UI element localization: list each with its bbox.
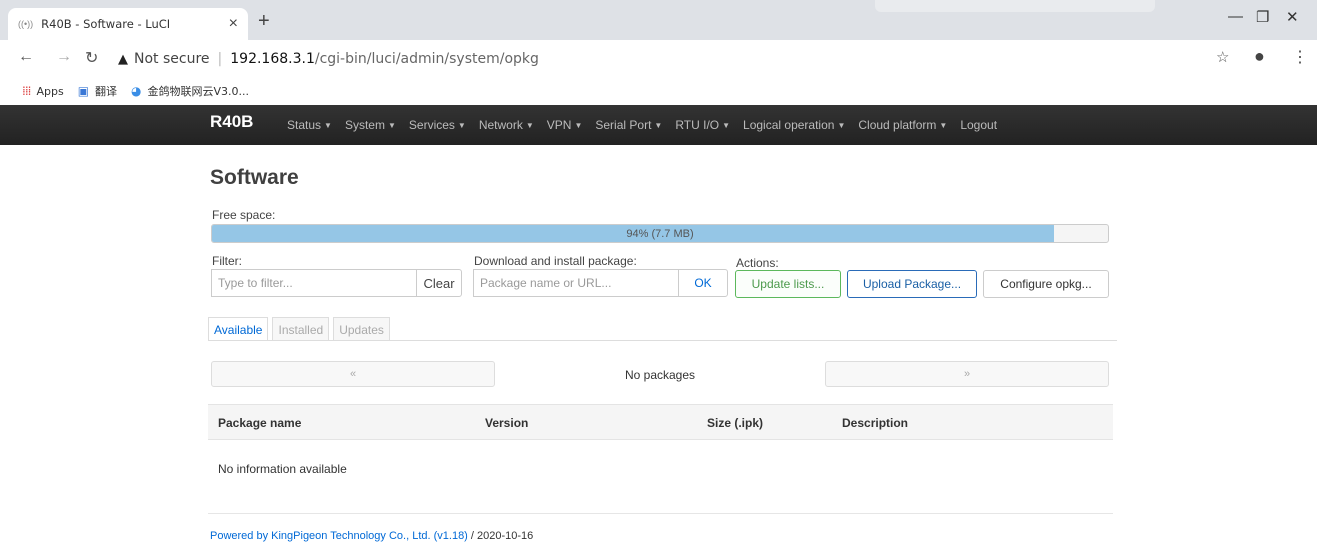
menu-vpn[interactable]: VPN ▼ [547, 118, 583, 132]
warning-icon: ▲ [118, 51, 128, 67]
window-close-icon[interactable]: ✕ [1286, 8, 1299, 26]
package-tabs: Available Installed Updates [208, 317, 394, 341]
actions-label: Actions: [736, 256, 779, 270]
minimize-icon[interactable]: — [1228, 8, 1243, 25]
bookmark-translate[interactable]: ▣ 翻译 [78, 83, 117, 99]
footer: Powered by KingPigeon Technology Co., Lt… [210, 530, 533, 542]
chevron-down-icon: ▼ [324, 121, 332, 130]
main-menu: Status ▼ System ▼ Services ▼ Network ▼ VPN ▼ … [287, 105, 1010, 145]
security-label: Not secure [134, 51, 210, 67]
menu-cloud-platform[interactable]: Cloud platform ▼ [858, 118, 947, 132]
bookmark-label: 金鸽物联网云V3.0... [147, 85, 250, 98]
column-header-package-name[interactable]: Package name [218, 416, 301, 430]
bookmark-apps[interactable]: ⁞⁞⁞ Apps [22, 84, 64, 98]
brand-logo[interactable]: R40B [210, 112, 253, 132]
page-title: Software [210, 166, 299, 189]
download-label: Download and install package: [474, 254, 637, 268]
tab-installed[interactable]: Installed [272, 317, 330, 341]
browser-menu-icon[interactable]: ⋮ [1292, 47, 1308, 67]
menu-logout[interactable]: Logout [960, 118, 997, 132]
configure-opkg-button[interactable]: Configure opkg... [983, 270, 1109, 298]
update-lists-button[interactable]: Update lists... [735, 270, 841, 298]
free-space-label: Free space: [212, 208, 276, 222]
pager-status: No packages [624, 368, 696, 382]
chevron-down-icon: ▼ [457, 121, 466, 130]
bookmarks-bar: ⁞⁞⁞ Apps ▣ 翻译 ◕ 金鸽物联网云V3.0... [0, 78, 1317, 104]
tab-available[interactable]: Available [208, 317, 269, 341]
empty-table-message: No information available [218, 462, 347, 476]
url-host: 192.168.3.1 [230, 51, 315, 67]
column-header-version[interactable]: Version [485, 416, 528, 430]
menu-services[interactable]: Services ▼ [409, 118, 466, 132]
menu-logical-operation[interactable]: Logical operation ▼ [743, 118, 845, 132]
clear-button[interactable]: Clear [416, 269, 462, 297]
tab-search-band [875, 0, 1155, 12]
chevron-down-icon: ▼ [722, 121, 731, 130]
wireless-favicon-icon: ((•)) [18, 19, 34, 29]
url-path: /cgi-bin/luci/admin/system/opkg [314, 51, 539, 67]
chevron-down-icon: ▼ [654, 121, 663, 130]
free-space-bar: 94% (7.7 MB) [211, 224, 1109, 243]
cloud-icon: ◕ [131, 84, 142, 98]
new-tab-icon[interactable]: + [258, 10, 270, 33]
restore-icon[interactable]: ❐ [1256, 8, 1269, 26]
url-field[interactable]: ▲ Not secure | 192.168.3.1 /cgi-bin/luci… [118, 46, 1208, 72]
forward-icon[interactable]: → [56, 48, 72, 66]
browser-tab-title: R40B - Software - LuCI [41, 17, 171, 31]
free-space-text: 94% (7.7 MB) [626, 228, 694, 240]
bookmark-label: Apps [36, 84, 64, 98]
package-url-input[interactable] [473, 269, 679, 297]
filter-label: Filter: [212, 254, 242, 268]
reload-icon[interactable]: ↻ [85, 48, 98, 68]
url-separator: | [217, 51, 223, 67]
bookmark-star-icon[interactable]: ☆ [1216, 48, 1229, 66]
profile-avatar-icon[interactable]: ● [1254, 46, 1265, 67]
menu-rtu-io[interactable]: RTU I/O ▼ [675, 118, 730, 132]
bookmark-label: 翻译 [95, 85, 118, 98]
bookmark-cloud[interactable]: ◕ 金鸽物联网云V3.0... [131, 83, 249, 99]
table-header: Package name Version Size (.ipk) Descrip… [208, 404, 1113, 440]
apps-grid-icon: ⁞⁞⁞ [22, 84, 32, 98]
menu-system[interactable]: System ▼ [345, 118, 396, 132]
chevron-down-icon: ▼ [574, 121, 583, 130]
ok-button[interactable]: OK [678, 269, 728, 297]
browser-tab[interactable]: ((•)) R40B - Software - LuCI × [8, 8, 248, 40]
chevron-down-icon: ▼ [939, 121, 948, 130]
pager-prev-button[interactable]: « [211, 361, 495, 387]
chevron-down-icon: ▼ [837, 121, 846, 130]
footer-divider [208, 513, 1113, 514]
tab-divider [208, 340, 1117, 341]
menu-serial-port[interactable]: Serial Port ▼ [595, 118, 662, 132]
tab-updates[interactable]: Updates [333, 317, 390, 341]
tab-close-icon[interactable]: × [229, 15, 238, 33]
upload-package-button[interactable]: Upload Package... [847, 270, 977, 298]
back-icon[interactable]: ← [18, 48, 34, 66]
chevron-down-icon: ▼ [387, 121, 396, 130]
footer-link[interactable]: Powered by KingPigeon Technology Co., Lt… [210, 530, 468, 542]
column-header-size[interactable]: Size (.ipk) [707, 416, 763, 430]
menu-status[interactable]: Status ▼ [287, 118, 332, 132]
footer-date: / 2020-10-16 [467, 530, 534, 542]
filter-input[interactable] [211, 269, 417, 297]
column-header-description[interactable]: Description [842, 416, 908, 430]
menu-network[interactable]: Network ▼ [479, 118, 534, 132]
pager-next-button[interactable]: » [825, 361, 1109, 387]
chevron-down-icon: ▼ [525, 121, 534, 130]
translate-icon: ▣ [77, 84, 90, 98]
